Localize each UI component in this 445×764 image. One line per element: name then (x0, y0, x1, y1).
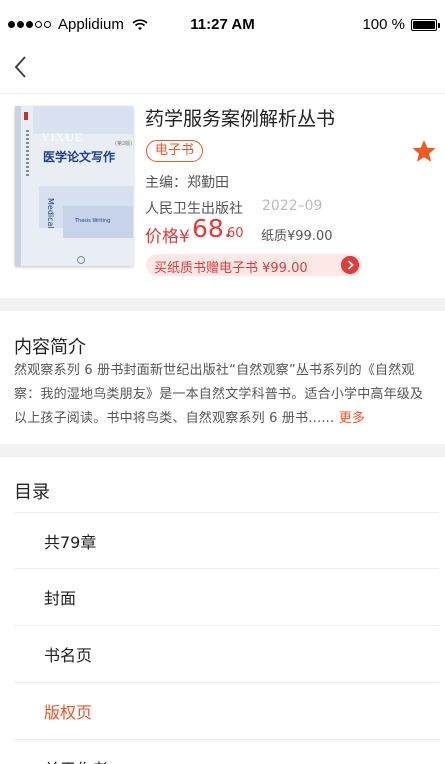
price-label: 价格¥ (145, 227, 190, 247)
chevron-right-circle-icon (341, 256, 359, 274)
paper-price: 纸质¥99.00 (261, 229, 333, 244)
star-icon[interactable] (411, 139, 437, 163)
book-card: YIXUE 医学论文写作 (第2版) Medical Thesis Writin… (0, 94, 445, 298)
toc-item[interactable]: 书名页 (14, 625, 439, 681)
cover-spine-text: Medical (46, 198, 55, 229)
section-divider (0, 444, 445, 457)
cover-vertical-text (26, 130, 29, 176)
battery-percent: 100 % (362, 16, 405, 33)
toc-item-active[interactable]: 版权页 (14, 682, 439, 738)
toc-item-label: 共79章 (44, 533, 97, 552)
intro-body: 然观察系列 6 册书封面新世纪出版社“自然观察”丛书系列的《自然观察：我的湿地鸟… (14, 359, 434, 431)
book-pub-date: 2022–09 (262, 198, 323, 214)
ebook-badge: 电子书 (146, 140, 204, 162)
toc-item-label: 版权页 (44, 703, 93, 722)
cover-title: 医学论文写作 (43, 150, 116, 164)
toc-item[interactable]: 封面 (14, 568, 439, 624)
toc-item-label: 书名页 (44, 646, 93, 665)
more-link[interactable]: 更多 (339, 411, 365, 426)
chevron-left-icon[interactable] (10, 50, 40, 84)
promo-button[interactable]: 买纸质书赠电子书 ¥99.00 (146, 254, 362, 276)
book-author: 主编：郑勤田 (145, 175, 229, 191)
toc-item-label: 关于作者 (44, 756, 108, 764)
price-decimal: 60 (227, 226, 244, 241)
toc-item-label: 封面 (44, 589, 77, 608)
toc-item[interactable]: 共79章 (14, 512, 439, 568)
publisher-logo-icon (77, 256, 85, 264)
status-bar: Applidium 11:27 AM 100 % (0, 0, 445, 40)
section-divider (0, 298, 445, 311)
book-cover[interactable]: YIXUE 医学论文写作 (第2版) Medical Thesis Writin… (15, 106, 133, 266)
cover-subtitle: Thesis Writing (75, 218, 111, 224)
cover-header-text: YIXUE (41, 130, 84, 144)
cover-emblem (24, 112, 28, 120)
intro-title: 内容简介 (14, 337, 86, 358)
toc-item[interactable]: 关于作者 (14, 739, 439, 764)
status-right: 100 % (362, 16, 440, 33)
battery-icon (411, 18, 440, 31)
toc-title: 目录 (14, 482, 50, 503)
cover-edition: (第2版) (115, 141, 133, 147)
book-title: 药学服务案例解析丛书 (145, 108, 336, 130)
price-integer: 68. (192, 214, 232, 243)
cover-spine (15, 106, 21, 266)
promo-text: 买纸质书赠电子书 ¥99.00 (154, 261, 308, 276)
